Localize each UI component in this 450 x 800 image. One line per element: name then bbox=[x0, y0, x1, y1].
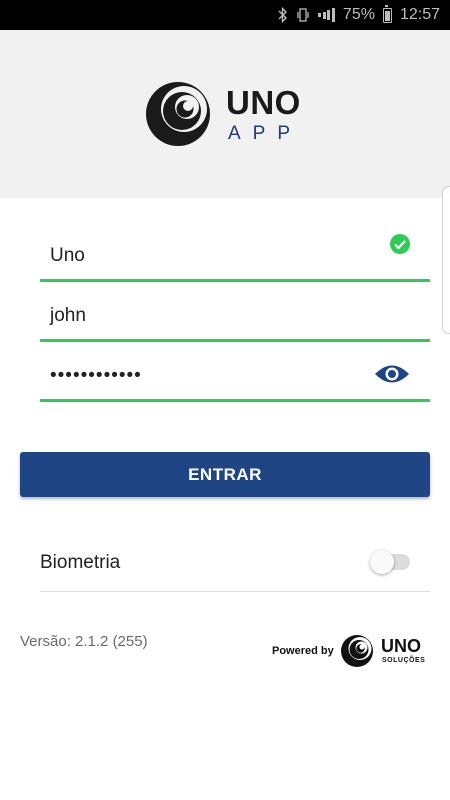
version-text: Versão: 2.1.2 (255) bbox=[20, 633, 148, 650]
powered-by-text: Powered by bbox=[272, 645, 334, 657]
company-logo-word: UNO bbox=[381, 636, 421, 656]
status-bar: 75% 12:57 bbox=[0, 0, 450, 30]
company-logo-subtitle: SOLUÇÕES bbox=[382, 657, 426, 664]
company-logo: UNO SOLUÇÕES bbox=[340, 633, 435, 673]
username-field[interactable]: john bbox=[40, 282, 430, 342]
biometrics-row: Biometria bbox=[40, 535, 430, 592]
eye-icon[interactable] bbox=[374, 363, 410, 385]
header: UNO APP bbox=[0, 30, 450, 198]
check-icon bbox=[390, 234, 410, 254]
username-value: john bbox=[50, 305, 86, 326]
company-value: Uno bbox=[50, 245, 85, 266]
company-field[interactable]: Uno bbox=[40, 222, 430, 282]
biometrics-label: Biometria bbox=[40, 552, 121, 573]
uno-logo-mark-icon bbox=[146, 82, 210, 146]
password-value: •••••••••••• bbox=[50, 365, 142, 386]
uno-logo-mark-icon bbox=[341, 635, 373, 667]
clock: 12:57 bbox=[399, 6, 440, 23]
logo-word: UNO bbox=[226, 84, 301, 121]
signal-icon bbox=[318, 8, 335, 22]
battery-percent: 75% bbox=[342, 6, 375, 23]
biometrics-toggle[interactable] bbox=[370, 550, 410, 574]
logo-subtitle: APP bbox=[228, 123, 303, 144]
toggle-knob bbox=[370, 550, 394, 574]
bluetooth-icon bbox=[278, 7, 288, 23]
app-logo: UNO APP bbox=[144, 78, 314, 148]
drawer-handle[interactable] bbox=[442, 186, 450, 334]
login-button[interactable]: ENTRAR bbox=[20, 452, 430, 497]
vibrate-icon bbox=[296, 7, 310, 23]
password-field[interactable]: •••••••••••• bbox=[40, 342, 430, 402]
battery-icon bbox=[382, 4, 392, 23]
